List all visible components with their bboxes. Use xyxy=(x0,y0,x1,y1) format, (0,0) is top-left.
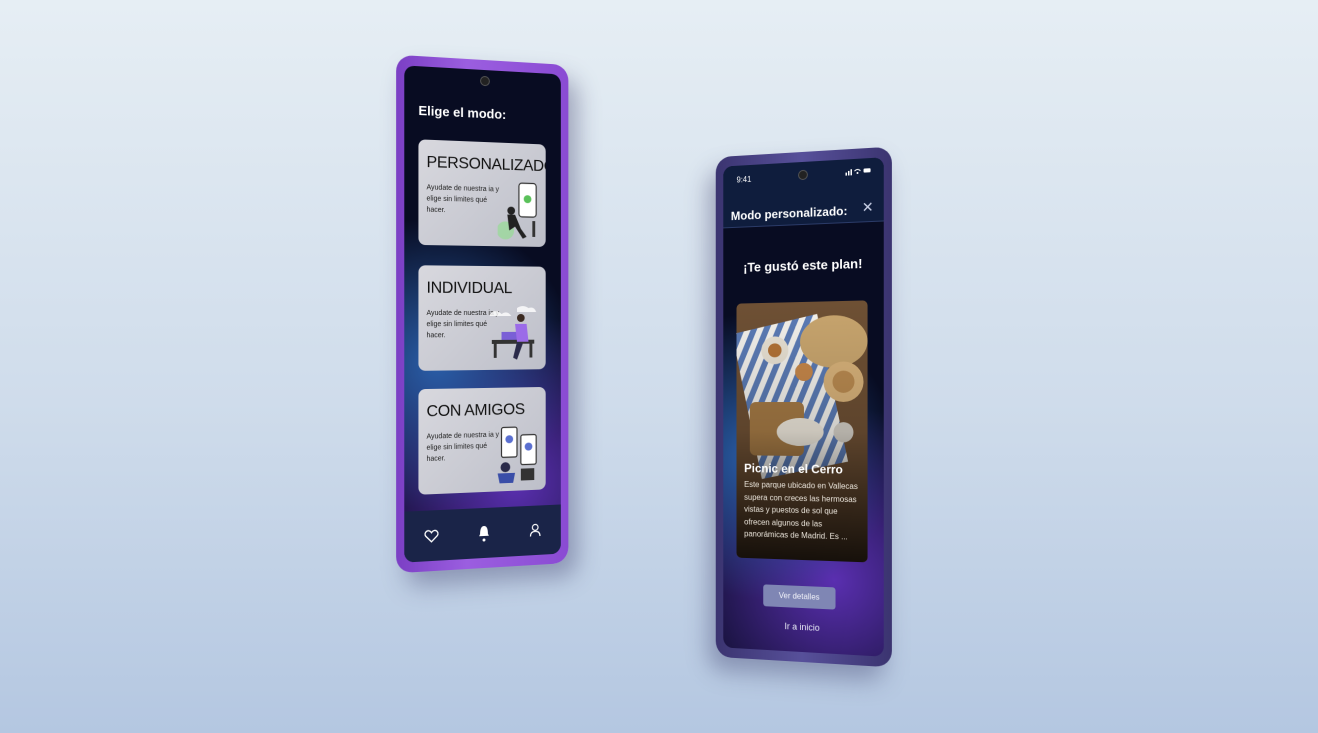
person-on-bench-icon xyxy=(488,304,540,364)
bottom-navbar xyxy=(404,504,561,562)
mode-selection-screen: Elige el modo: PERSONALIZADO Ayudate de … xyxy=(404,65,561,562)
bell-icon[interactable] xyxy=(472,520,495,545)
mode-card-description: Ayudate de nuestra ia y elige sin limite… xyxy=(426,182,499,217)
phone-left: Elige el modo: PERSONALIZADO Ayudate de … xyxy=(396,55,568,574)
mode-card-title: INDIVIDUAL xyxy=(426,280,511,299)
heart-icon[interactable] xyxy=(419,523,443,549)
mode-card-con-amigos[interactable]: CON AMIGOS Ayudate de nuestra ia y elige… xyxy=(418,387,545,495)
mode-card-title: PERSONALIZADO xyxy=(426,154,545,177)
plan-description: Este parque ubicado en Vallecas supera c… xyxy=(744,479,861,545)
plan-card[interactable]: Picnic en el Cerro Este parque ubicado e… xyxy=(737,300,868,562)
profile-icon[interactable] xyxy=(524,518,547,543)
status-time: 9:41 xyxy=(737,175,752,185)
person-with-phone-icon xyxy=(498,180,540,241)
header-bar: Modo personalizado: ✕ xyxy=(723,182,883,229)
mode-card-personalizado[interactable]: PERSONALIZADO Ayudate de nuestra ia y el… xyxy=(418,139,545,247)
details-button[interactable]: Ver detalles xyxy=(763,584,835,609)
home-link[interactable]: Ir a inicio xyxy=(723,618,883,636)
page-title: Elige el modo: xyxy=(418,103,506,122)
liked-plan-title: ¡Te gustó este plan! xyxy=(723,255,883,275)
friends-phones-icon xyxy=(494,423,540,486)
plan-name: Picnic en el Cerro xyxy=(744,461,843,476)
status-icons xyxy=(845,166,871,178)
mode-card-title: CON AMIGOS xyxy=(426,401,524,421)
phone-right: 9:41 Modo personalizado: ✕ ¡Te gustó est… xyxy=(716,147,892,668)
plan-result-screen: 9:41 Modo personalizado: ✕ ¡Te gustó est… xyxy=(723,157,883,656)
close-icon[interactable]: ✕ xyxy=(862,199,874,217)
front-camera xyxy=(480,76,490,87)
mode-card-description: Ayudate de nuestra ia y elige sin limite… xyxy=(426,430,499,465)
header-title: Modo personalizado: xyxy=(731,204,848,223)
mode-card-individual[interactable]: INDIVIDUAL Ayudate de nuestra ia y elige… xyxy=(418,265,545,371)
